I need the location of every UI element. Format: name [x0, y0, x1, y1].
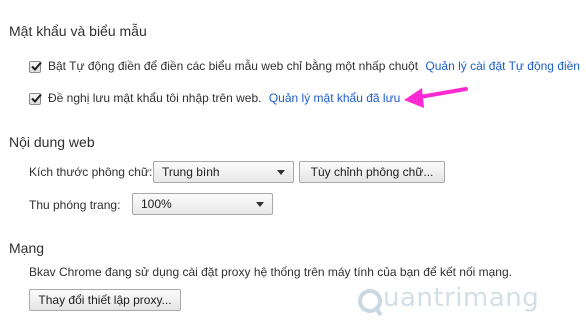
customize-fonts-button[interactable]: Tùy chỉnh phông chữ...	[299, 161, 445, 183]
autofill-settings-link[interactable]: Quản lý cài đặt Tự động điền	[425, 59, 580, 73]
change-proxy-button[interactable]: Thay đổi thiết lập proxy...	[29, 289, 181, 311]
zoom-value: 100%	[141, 197, 172, 211]
section-title-web-content: Nội dung web	[9, 134, 95, 150]
checkmark-icon	[31, 61, 42, 71]
watermark-text: uantrimang	[383, 283, 540, 313]
section-title-passwords: Mật khẩu và biểu mẫu	[9, 23, 147, 39]
logo-icon	[358, 289, 383, 317]
manage-passwords-link[interactable]: Quản lý mật khẩu đã lưu	[269, 91, 400, 105]
section-title-network: Mạng	[9, 240, 45, 256]
font-size-value: Trung bình	[162, 165, 220, 179]
autofill-label: Bật Tự động điền để điền các biểu mẫu we…	[48, 59, 419, 73]
chevron-down-icon	[277, 170, 285, 175]
zoom-select[interactable]: 100%	[132, 193, 273, 215]
save-password-label: Đề nghị lưu mật khẩu tôi nhập trên web.	[48, 91, 262, 105]
zoom-label: Thu phóng trang:	[29, 198, 121, 212]
proxy-description: Bkav Chrome đang sử dụng cài đặt proxy h…	[29, 265, 512, 279]
autofill-row: Bật Tự động điền để điền các biểu mẫu we…	[48, 59, 580, 73]
save-password-row: Đề nghị lưu mật khẩu tôi nhập trên web. …	[48, 91, 400, 105]
chevron-down-icon	[256, 202, 264, 207]
annotation-arrow-icon	[404, 87, 468, 108]
font-size-label: Kích thước phông chữ:	[29, 165, 153, 179]
save-password-checkbox[interactable]	[29, 93, 42, 105]
checkmark-icon	[31, 93, 42, 103]
font-size-select[interactable]: Trung bình	[153, 161, 294, 183]
autofill-checkbox[interactable]	[29, 61, 42, 73]
